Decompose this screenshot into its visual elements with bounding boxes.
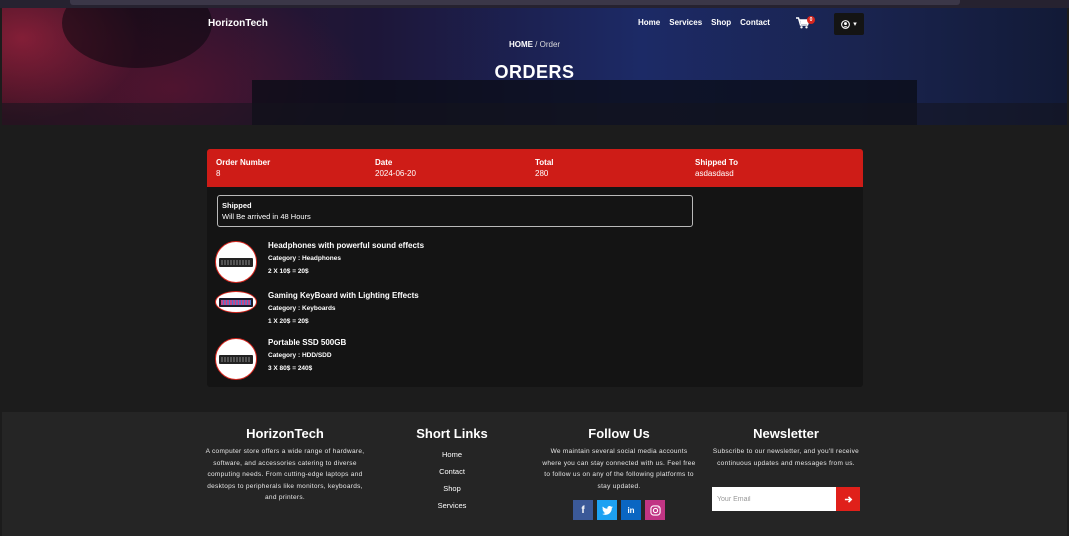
product-name: Gaming KeyBoard with Lighting Effects (268, 291, 419, 300)
footer-newsletter-title: Newsletter (753, 426, 819, 441)
newsletter-submit-button[interactable] (836, 487, 860, 511)
product-category: Category : Headphones (268, 255, 341, 262)
footer-about-text: A computer store offers a wide range of … (205, 448, 365, 501)
product-price: 3 X 80$ = 240$ (268, 365, 313, 372)
product-image (215, 241, 257, 283)
footer-newsletter: Newsletter Subscribe to our newsletter, … (710, 426, 862, 469)
social-links: f in (540, 500, 698, 520)
product-image (215, 338, 257, 380)
footer-about: HorizonTech A computer store offers a wi… (205, 426, 365, 504)
order-date-value: 2024-06-20 (375, 169, 416, 178)
order-item: Portable SSD 500GB Category : HDD/SDD 3 … (215, 338, 655, 382)
breadcrumb-current: Order (539, 40, 561, 49)
product-price: 2 X 10$ = 20$ (268, 268, 309, 275)
order-header: Order Number 8 Date 2024-06-20 Total 280… (207, 149, 863, 187)
footer-short-links: Short Links Home Contact Shop Services (402, 426, 502, 514)
breadcrumb-separator: / (532, 40, 540, 49)
brand-logo[interactable]: HorizonTech (208, 18, 268, 29)
footer-about-title: HorizonTech (246, 426, 324, 441)
order-status-note: Will Be arrived in 48 Hours (222, 212, 311, 221)
browser-address-bar (70, 0, 960, 5)
cart-count-badge: 0 (807, 16, 815, 24)
caret-down-icon: ▾ (853, 21, 857, 28)
order-total-value: 280 (535, 169, 549, 178)
footer-link-shop[interactable]: Shop (402, 480, 502, 497)
footer-follow-text: We maintain several social media account… (542, 448, 696, 490)
order-item: Headphones with powerful sound effects C… (215, 241, 655, 285)
instagram-icon[interactable] (645, 500, 665, 520)
order-status-box: Shipped Will Be arrived in 48 Hours (217, 195, 693, 227)
browser-top-strip (0, 0, 1069, 8)
footer-follow-title: Follow Us (588, 426, 650, 441)
nav-link-services[interactable]: Services (669, 18, 702, 27)
arrow-right-icon (844, 495, 852, 503)
order-status: Shipped (222, 201, 252, 210)
footer-links-list: Home Contact Shop Services (402, 446, 502, 514)
page-title: ORDERS (494, 62, 575, 82)
order-card: Order Number 8 Date 2024-06-20 Total 280… (207, 149, 863, 387)
nav-link-shop[interactable]: Shop (711, 18, 731, 27)
user-circle-icon (841, 19, 851, 29)
product-image (215, 291, 257, 313)
order-date-column: Date 2024-06-20 (375, 157, 416, 179)
order-total-label: Total (535, 158, 554, 167)
twitter-icon[interactable] (597, 500, 617, 520)
product-category: Category : Keyboards (268, 305, 336, 312)
product-name: Headphones with powerful sound effects (268, 241, 425, 250)
breadcrumb: HOME / Order (2, 40, 1067, 49)
nav-link-contact[interactable]: Contact (740, 18, 770, 27)
footer-link-home[interactable]: Home (402, 446, 502, 463)
footer-newsletter-text: Subscribe to our newsletter, and you'll … (712, 448, 860, 467)
order-item: Gaming KeyBoard with Lighting Effects Ca… (215, 291, 655, 335)
footer: HorizonTech A computer store offers a wi… (2, 412, 1067, 536)
order-number-column: Order Number 8 (216, 157, 270, 179)
order-total-column: Total 280 (535, 157, 554, 179)
nav-link-home[interactable]: Home (638, 18, 660, 27)
user-menu-button[interactable]: ▾ (834, 13, 864, 35)
order-shipped-label: Shipped To (695, 158, 738, 167)
linkedin-icon[interactable]: in (621, 500, 641, 520)
footer-follow: Follow Us We maintain several social med… (540, 426, 698, 520)
nav-links: Home Services Shop Contact (638, 18, 770, 27)
hero-banner: HorizonTech Home Services Shop Contact 0… (2, 8, 1067, 125)
product-name: Portable SSD 500GB (268, 338, 347, 347)
navbar: HorizonTech Home Services Shop Contact 0… (2, 8, 1067, 38)
newsletter-form (712, 487, 860, 511)
product-category: Category : HDD/SDD (268, 352, 332, 359)
order-number-label: Order Number (216, 158, 271, 167)
hero-background-shape (2, 103, 1067, 125)
product-price: 1 X 20$ = 20$ (268, 318, 309, 325)
order-date-label: Date (375, 158, 393, 167)
facebook-icon[interactable]: f (573, 500, 593, 520)
newsletter-email-input[interactable] (712, 487, 836, 511)
footer-links-title: Short Links (416, 426, 488, 441)
order-number-value: 8 (216, 169, 221, 178)
footer-link-services[interactable]: Services (402, 497, 502, 514)
breadcrumb-home[interactable]: HOME (509, 40, 533, 49)
order-shipped-column: Shipped To asdasdasd (695, 157, 738, 179)
footer-link-contact[interactable]: Contact (402, 463, 502, 480)
order-shipped-value: asdasdasd (695, 169, 734, 178)
